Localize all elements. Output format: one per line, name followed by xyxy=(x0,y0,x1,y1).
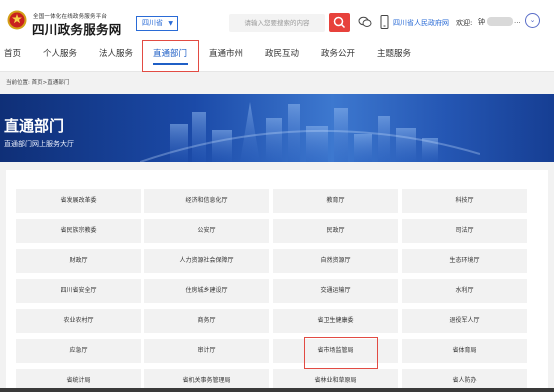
region-label: 四川省 xyxy=(142,19,163,27)
nav-interaction[interactable]: 政民互动 xyxy=(265,42,299,72)
department-item[interactable]: 应急厅 xyxy=(16,339,141,363)
nav-open-gov[interactable]: 政务公开 xyxy=(321,42,355,72)
department-item[interactable]: 民政厅 xyxy=(273,219,398,243)
page-banner xyxy=(0,94,554,162)
department-item[interactable]: 住房城乡建设厅 xyxy=(144,279,269,303)
department-item[interactable]: 省发展改革委 xyxy=(16,189,141,213)
banner-title: 直通部门 xyxy=(4,117,65,135)
nav-home[interactable]: 首页 xyxy=(4,42,21,72)
department-item[interactable]: 审计厅 xyxy=(144,339,269,363)
department-item[interactable]: 退役军人厅 xyxy=(402,309,527,333)
nav-personal[interactable]: 个人服务 xyxy=(43,42,77,72)
department-item[interactable]: 水利厅 xyxy=(402,279,527,303)
region-selector[interactable]: 四川省 ▼ xyxy=(136,16,178,31)
gov-website-link[interactable]: 四川省人民政府网 xyxy=(393,18,449,28)
search-button[interactable] xyxy=(329,13,350,32)
emblem-icon xyxy=(7,10,27,30)
department-item[interactable]: 农业农村厅 xyxy=(16,309,141,333)
chevron-down-icon[interactable]: ⌄ xyxy=(525,13,540,28)
nav-cities[interactable]: 直通市州 xyxy=(209,42,243,72)
main-nav: 首页 个人服务 法人服务 直通部门 直通市州 政民互动 政务公开 主题服务 xyxy=(0,42,554,72)
department-item[interactable]: 科技厅 xyxy=(402,189,527,213)
user-name[interactable]: 钟 xyxy=(478,17,485,27)
department-item[interactable]: 人力资源社会保障厅 xyxy=(144,249,269,273)
caret-down-icon: ▼ xyxy=(168,20,173,27)
search-icon xyxy=(333,16,346,29)
department-item[interactable]: 生态环境厅 xyxy=(402,249,527,273)
department-item[interactable]: 教育厅 xyxy=(273,189,398,213)
welcome-label: 欢迎: xyxy=(456,19,473,27)
department-item[interactable]: 自然资源厅 xyxy=(273,249,398,273)
nav-themes[interactable]: 主题服务 xyxy=(377,42,411,72)
breadcrumb: 当前位置: 首页>直通部门 xyxy=(6,80,70,86)
department-item[interactable]: 四川省安全厅 xyxy=(16,279,141,303)
user-ellipsis: ... xyxy=(514,17,521,25)
site-logo-title[interactable]: 四川政务服务网 xyxy=(32,19,122,38)
department-item[interactable]: 经济和信息化厅 xyxy=(144,189,269,213)
site-header: 全国一体化在线政务服务平台 四川政务服务网 四川省 ▼ 请输入您要搜索的内容 四… xyxy=(0,0,554,42)
department-item[interactable]: 省体育局 xyxy=(402,339,527,363)
bottom-edge xyxy=(0,388,554,392)
search-input[interactable]: 请输入您要搜索的内容 xyxy=(229,14,325,32)
department-item[interactable]: 司法厅 xyxy=(402,219,527,243)
wechat-icon[interactable] xyxy=(358,16,372,28)
department-item[interactable]: 省民族宗教委 xyxy=(16,219,141,243)
department-item[interactable]: 省卫生健康委 xyxy=(273,309,398,333)
nav-corporate[interactable]: 法人服务 xyxy=(99,42,133,72)
annotation-box-department xyxy=(304,337,378,369)
department-item[interactable]: 公安厅 xyxy=(144,219,269,243)
department-item[interactable]: 财政厅 xyxy=(16,249,141,273)
city-skyline-image xyxy=(140,102,480,162)
annotation-box-nav xyxy=(142,40,199,72)
department-item[interactable]: 商务厅 xyxy=(144,309,269,333)
department-item[interactable]: 交通运输厅 xyxy=(273,279,398,303)
mobile-icon[interactable] xyxy=(380,15,389,29)
banner-subtitle: 直通部门网上服务大厅 xyxy=(4,140,74,148)
user-name-redacted xyxy=(487,17,513,26)
